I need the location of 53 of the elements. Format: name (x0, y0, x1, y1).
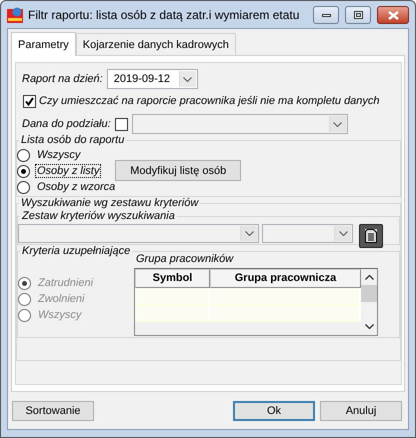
dialog-button[interactable]: Ok (233, 400, 315, 420)
caret-icon (338, 231, 348, 236)
dropdown-button[interactable] (334, 226, 351, 241)
dropdown-button[interactable] (240, 226, 257, 241)
app-icon (7, 6, 23, 22)
group-title: Lista osób do raportu (20, 134, 126, 147)
group-title: Kryteria uzupełniające (21, 245, 132, 258)
checkbox-label: Czy umieszczać na raporcie pracownika jeśli nie ma kompletu danych (39, 95, 380, 107)
dialog-button[interactable]: Anuluj (320, 400, 402, 420)
radio-label: Zatrudnieni (36, 276, 94, 290)
minimize-icon (322, 14, 330, 16)
radio-label: Osoby z wzorca (36, 180, 116, 194)
field-label: Dana do podziału: (22, 118, 111, 130)
caret-icon (183, 76, 192, 82)
field-label: Raport na dzień: (22, 73, 103, 85)
tab[interactable]: Parametry (11, 32, 76, 56)
modify-list-button[interactable]: Modyfikuj listę osób (115, 160, 242, 181)
dropdown-field[interactable] (262, 224, 353, 243)
maximize-icon (354, 11, 362, 19)
window-title: Filtr raportu: lista osób z datą zatr.i wymiarem etatu (28, 8, 300, 22)
document-icon (365, 229, 377, 243)
radio-button[interactable] (17, 164, 30, 178)
radio-label: Wszyscy (36, 148, 82, 162)
radio-button[interactable] (17, 148, 30, 162)
close-icon (388, 10, 398, 20)
group-title: Wyszukiwanie wg zestawu kryteriów (20, 197, 200, 210)
checkbox[interactable] (23, 94, 36, 108)
dialog-button[interactable]: Sortowanie (12, 400, 94, 420)
dropdown-field[interactable] (132, 114, 348, 134)
radio-label: Wszyscy (37, 308, 83, 322)
close-button[interactable] (377, 6, 409, 24)
checkbox[interactable] (114, 118, 128, 130)
column-header[interactable]: Symbol (135, 269, 210, 288)
scroll-up-icon (364, 275, 374, 280)
column-header[interactable]: Grupa pracownicza (210, 269, 361, 288)
radio-button[interactable] (17, 180, 30, 194)
maximize-button[interactable] (345, 6, 371, 24)
table-title: Grupa pracowników (136, 253, 235, 267)
dropdown-button[interactable] (178, 71, 196, 87)
date-field[interactable]: 2019-09-12 (106, 69, 198, 89)
scroll-down-icon (364, 324, 374, 329)
group-title: Zestaw kryteriów wyszukiwania (20, 210, 176, 223)
scrollbar-thumb[interactable] (361, 285, 377, 302)
document-button[interactable] (359, 224, 383, 248)
caret-icon (244, 231, 254, 236)
tab[interactable]: Kojarzenie danych kadrowych (76, 33, 236, 55)
caret-icon (333, 122, 342, 126)
dropdown-button[interactable] (328, 116, 346, 132)
radio-label: Zwolnieni (36, 292, 86, 306)
dropdown-field[interactable] (18, 224, 259, 243)
radio-label: Osoby z listy (35, 164, 102, 178)
minimize-button[interactable] (313, 6, 339, 24)
checkmark-icon (25, 96, 34, 106)
